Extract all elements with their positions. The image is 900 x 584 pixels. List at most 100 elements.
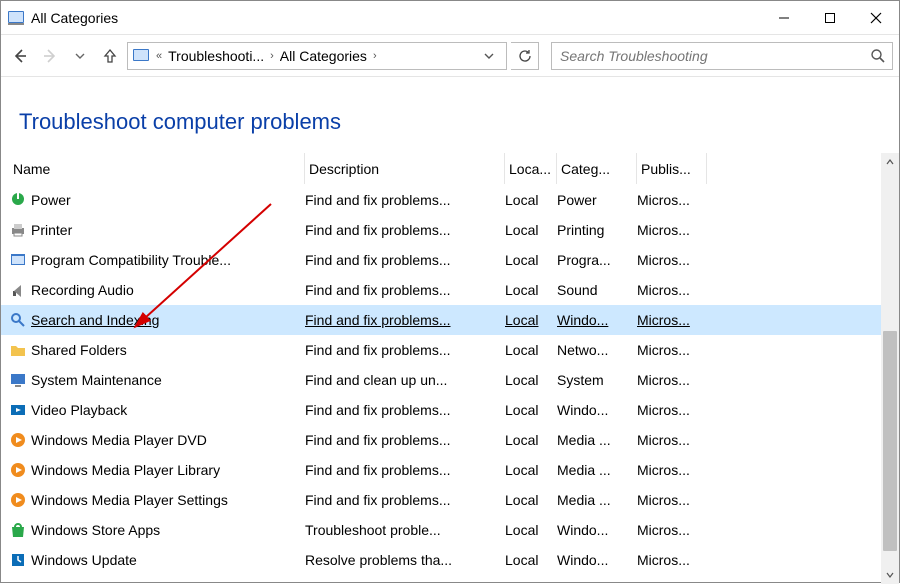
row-category: Printing [557, 222, 637, 238]
location-icon [132, 47, 150, 65]
search-input[interactable] [558, 47, 870, 65]
back-button[interactable] [7, 43, 33, 69]
breadcrumb-prefix: « [156, 50, 162, 62]
column-header-publisher[interactable]: Publis... [637, 153, 707, 184]
power-icon [9, 191, 27, 209]
row-description: Find and fix problems... [305, 432, 505, 448]
folder-icon [9, 341, 27, 359]
window-titlebar: All Categories [1, 1, 899, 35]
troubleshooter-list: Name Description Loca... Categ... Publis… [1, 153, 881, 584]
minimize-button[interactable] [761, 3, 807, 33]
list-row[interactable]: Video PlaybackFind and fix problems...Lo… [1, 395, 881, 425]
list-row[interactable]: Shared FoldersFind and fix problems...Lo… [1, 335, 881, 365]
row-publisher: Micros... [637, 552, 707, 568]
scroll-down-button[interactable] [881, 566, 899, 584]
refresh-button[interactable] [511, 42, 539, 70]
list-row[interactable]: Program Compatibility Trouble... Find and… [1, 245, 881, 275]
search-icon [9, 311, 27, 329]
row-location: Local [505, 462, 557, 478]
search-icon[interactable] [870, 48, 886, 64]
row-category: Media ... [557, 492, 637, 508]
row-description: Find and fix problems... [305, 282, 505, 298]
row-location: Local [505, 222, 557, 238]
row-location: Local [505, 402, 557, 418]
audio-icon [9, 281, 27, 299]
column-header-description[interactable]: Description [305, 153, 505, 184]
maximize-button[interactable] [807, 3, 853, 33]
store-icon [9, 521, 27, 539]
list-row[interactable]: Recording Audio Find and fix problems...L… [1, 275, 881, 305]
row-category: Progra... [557, 252, 637, 268]
program-icon [9, 251, 27, 269]
row-description: Resolve problems tha... [305, 552, 505, 568]
row-category: Media ... [557, 462, 637, 478]
list-row[interactable]: PowerFind and fix problems...LocalPowerM… [1, 185, 881, 215]
window-title: All Categories [31, 10, 761, 26]
video-icon [9, 401, 27, 419]
chevron-right-icon: › [373, 50, 377, 62]
row-name: Windows Media Player Library [31, 462, 220, 478]
row-location: Local [505, 522, 557, 538]
breadcrumb-item[interactable]: All Categories [280, 48, 367, 64]
row-name: Printer [31, 222, 72, 238]
row-name: Program Compatibility Trouble... [31, 252, 231, 268]
wmp-icon [9, 461, 27, 479]
row-name: Shared Folders [31, 342, 127, 358]
row-name: Video Playback [31, 402, 127, 418]
scroll-track[interactable] [881, 171, 899, 566]
close-button[interactable] [853, 3, 899, 33]
search-box[interactable] [551, 42, 893, 70]
up-button[interactable] [97, 43, 123, 69]
column-header-name[interactable]: Name [9, 153, 305, 184]
row-description: Find and fix problems... [305, 252, 505, 268]
row-description: Find and fix problems... [305, 462, 505, 478]
column-header-category[interactable]: Categ... [557, 153, 637, 184]
breadcrumb-item[interactable]: Troubleshooti... [168, 48, 264, 64]
list-row[interactable]: Windows Media Player Settings Find and fi… [1, 485, 881, 515]
list-row[interactable]: Windows Store AppsTroubleshoot proble...… [1, 515, 881, 545]
row-publisher: Micros... [637, 402, 707, 418]
row-name: Recording Audio [31, 282, 134, 298]
wmp-icon [9, 491, 27, 509]
row-publisher: Micros... [637, 462, 707, 478]
column-header-location[interactable]: Loca... [505, 153, 557, 184]
address-dropdown[interactable] [484, 51, 502, 61]
row-description: Find and fix problems... [305, 192, 505, 208]
row-location: Local [505, 372, 557, 388]
row-location: Local [505, 282, 557, 298]
row-name: Windows Media Player Settings [31, 492, 228, 508]
row-description: Find and clean up un... [305, 372, 505, 388]
vertical-scrollbar[interactable] [881, 153, 899, 584]
system-icon [9, 371, 27, 389]
row-publisher: Micros... [637, 492, 707, 508]
row-location: Local [505, 342, 557, 358]
row-location: Local [505, 192, 557, 208]
scroll-up-button[interactable] [881, 153, 899, 171]
row-publisher: Micros... [637, 312, 707, 328]
row-category: Windo... [557, 552, 637, 568]
recent-dropdown[interactable] [67, 43, 93, 69]
list-row[interactable]: Search and IndexingFind and fix problems… [1, 305, 881, 335]
list-row[interactable]: Windows Media Player DVD Find and fix pro… [1, 425, 881, 455]
list-row[interactable]: Windows Media Player Library Find and fix… [1, 455, 881, 485]
row-publisher: Micros... [637, 222, 707, 238]
row-category: Sound [557, 282, 637, 298]
row-publisher: Micros... [637, 522, 707, 538]
row-category: System [557, 372, 637, 388]
row-publisher: Micros... [637, 372, 707, 388]
row-name: Windows Media Player DVD [31, 432, 207, 448]
row-name: System Maintenance [31, 372, 162, 388]
row-description: Find and fix problems... [305, 492, 505, 508]
forward-button[interactable] [37, 43, 63, 69]
chevron-right-icon: › [270, 50, 274, 62]
scroll-thumb[interactable] [883, 331, 897, 551]
row-location: Local [505, 552, 557, 568]
address-bar[interactable]: « Troubleshooti... › All Categories › [127, 42, 507, 70]
row-location: Local [505, 312, 557, 328]
row-name: Windows Update [31, 552, 137, 568]
list-row[interactable]: System Maintenance Find and clean up un..… [1, 365, 881, 395]
list-row[interactable]: PrinterFind and fix problems...LocalPrin… [1, 215, 881, 245]
list-row[interactable]: Windows Update Resolve problems tha...Loc… [1, 545, 881, 575]
printer-icon [9, 221, 27, 239]
row-category: Power [557, 192, 637, 208]
